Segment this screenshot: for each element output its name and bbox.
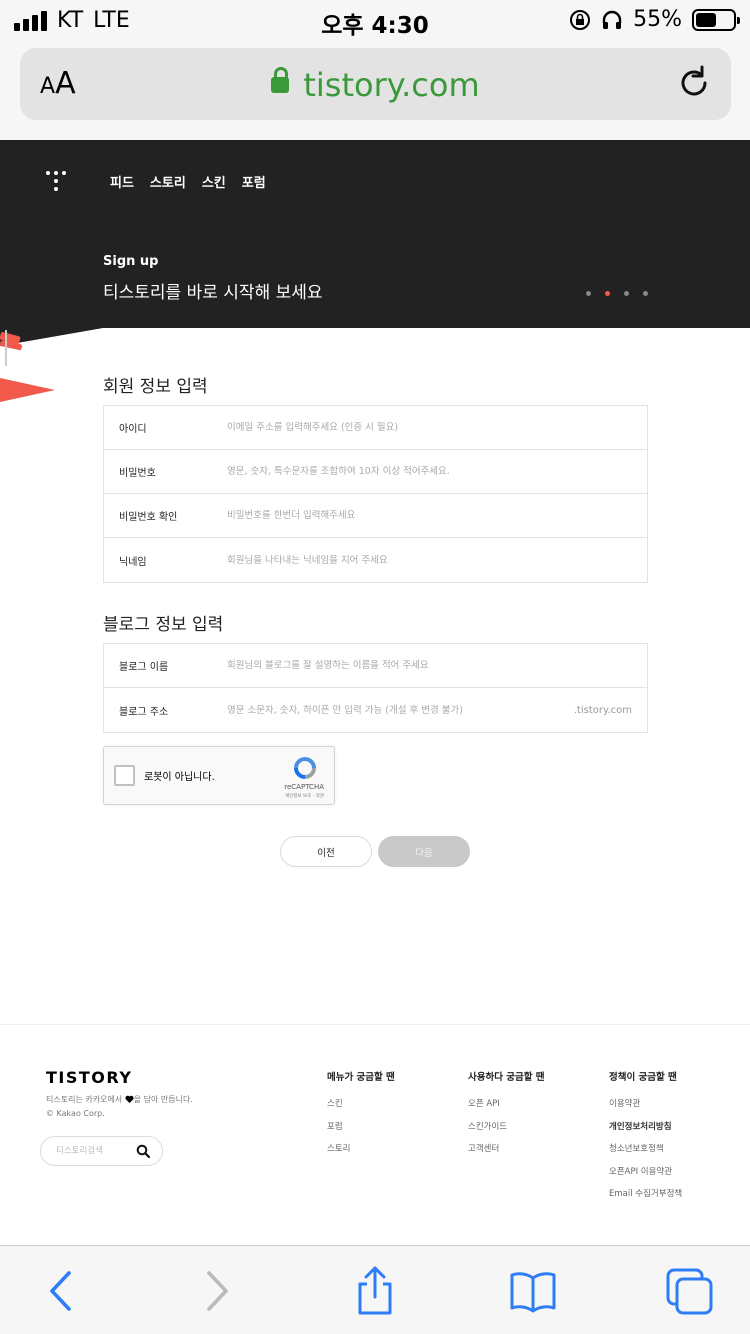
carousel-dot[interactable] bbox=[624, 291, 629, 296]
footer-copyright: © Kakao Corp. bbox=[46, 1109, 105, 1118]
footer-col-usage: 사용하다 궁금할 땐 오픈 API 스킨가이드 고객센터 bbox=[468, 1069, 545, 1166]
carousel-dot[interactable] bbox=[605, 291, 610, 296]
footer-desc-part2: 을 담아 만듭니다. bbox=[133, 1095, 193, 1104]
recaptcha-widget: 로봇이 아닙니다. reCAPTCHA 개인정보 보호 - 약관 bbox=[103, 746, 335, 805]
nav-forum[interactable]: 포럼 bbox=[242, 172, 266, 191]
recaptcha-brand: reCAPTCHA bbox=[284, 783, 324, 791]
reload-icon[interactable] bbox=[675, 64, 713, 102]
orientation-lock-icon bbox=[570, 9, 591, 30]
footer-link-email-policy[interactable]: Email 수집거부정책 bbox=[609, 1188, 682, 1201]
footer-link-forum[interactable]: 포럼 bbox=[327, 1121, 395, 1134]
footer-col-title: 정책이 궁금할 땐 bbox=[609, 1072, 677, 1083]
battery-fill bbox=[696, 12, 716, 27]
top-nav: 피드 스토리 스킨 포럼 bbox=[110, 172, 266, 191]
browser-toolbar bbox=[0, 1245, 750, 1334]
status-right: 55% bbox=[569, 7, 740, 32]
password-label: 비밀번호 bbox=[119, 468, 156, 479]
carousel-dot[interactable] bbox=[643, 291, 648, 296]
footer-link-skin-guide[interactable]: 스킨가이드 bbox=[468, 1121, 545, 1134]
recaptcha-logo-icon bbox=[294, 757, 316, 779]
heart-icon bbox=[125, 1095, 134, 1103]
footer-link-youth[interactable]: 청소년보호정책 bbox=[609, 1143, 682, 1156]
password-confirm-label: 비밀번호 확인 bbox=[119, 512, 178, 523]
footer-link-story[interactable]: 스토리 bbox=[327, 1143, 395, 1156]
carousel-dots bbox=[586, 291, 648, 296]
nav-skin[interactable]: 스킨 bbox=[202, 172, 226, 191]
nickname-row: 닉네임 bbox=[104, 538, 647, 582]
footer-divider bbox=[0, 1024, 750, 1025]
next-button[interactable]: 다음 bbox=[378, 836, 470, 867]
blog-name-row: 블로그 이름 bbox=[104, 644, 647, 688]
lock-icon bbox=[271, 67, 290, 97]
footer-col-title: 메뉴가 궁금할 땐 bbox=[327, 1072, 395, 1083]
footer-search bbox=[40, 1136, 163, 1166]
bookmarks-icon[interactable] bbox=[508, 1266, 558, 1316]
back-icon[interactable] bbox=[36, 1266, 86, 1316]
nav-feed[interactable]: 피드 bbox=[110, 172, 134, 191]
signup-header: 피드 스토리 스킨 포럼 Sign up 티스토리를 바로 시작해 보세요 bbox=[0, 140, 750, 328]
tistory-logo-icon[interactable] bbox=[46, 171, 66, 191]
url-text: tistory.com bbox=[303, 66, 480, 104]
id-input[interactable] bbox=[227, 406, 647, 449]
password-input[interactable] bbox=[227, 450, 647, 493]
address-bar[interactable]: AA tistory.com bbox=[20, 48, 731, 120]
recaptcha-privacy-link[interactable]: 개인정보 보호 - 약관 bbox=[285, 793, 324, 799]
recaptcha-label: 로봇이 아닙니다. bbox=[144, 772, 215, 783]
nav-story[interactable]: 스토리 bbox=[150, 172, 186, 191]
id-label: 아이디 bbox=[119, 424, 147, 435]
tabs-icon[interactable] bbox=[664, 1266, 714, 1316]
share-icon[interactable] bbox=[350, 1266, 400, 1316]
forward-icon[interactable] bbox=[192, 1266, 242, 1316]
footer-col-title: 사용하다 궁금할 땐 bbox=[468, 1072, 545, 1083]
signup-title: Sign up bbox=[103, 254, 159, 269]
carousel-dot[interactable] bbox=[586, 291, 591, 296]
footer-col-policy: 정책이 궁금할 땐 이용약관 개인정보처리방침 청소년보호정책 오픈API 이용… bbox=[609, 1069, 682, 1211]
blog-name-input[interactable] bbox=[227, 644, 647, 687]
footer-desc-part1: 티스토리는 카카오에서 bbox=[46, 1095, 123, 1104]
footer-link-api-terms[interactable]: 오픈API 이용약관 bbox=[609, 1166, 682, 1179]
prev-button[interactable]: 이전 bbox=[280, 836, 372, 867]
search-icon[interactable] bbox=[136, 1144, 150, 1158]
password-confirm-input[interactable] bbox=[227, 494, 647, 537]
nickname-label: 닉네임 bbox=[119, 556, 147, 568]
member-section-title: 회원 정보 입력 bbox=[103, 377, 208, 397]
footer-logo[interactable]: TISTORY bbox=[46, 1068, 132, 1087]
status-bar: KT LTE 오후 4:30 55% bbox=[0, 0, 750, 40]
member-form: 아이디 비밀번호 비밀번호 확인 닉네임 bbox=[103, 405, 648, 583]
password-confirm-row: 비밀번호 확인 bbox=[104, 494, 647, 538]
signup-subtitle: 티스토리를 바로 시작해 보세요 bbox=[103, 283, 323, 303]
footer-col-menu: 메뉴가 궁금할 땐 스킨 포럼 스토리 bbox=[327, 1069, 395, 1166]
footer-search-input[interactable] bbox=[56, 1137, 126, 1165]
blog-address-suffix: .tistory.com bbox=[573, 704, 632, 716]
decoration-illustration bbox=[0, 328, 103, 402]
footer-link-open-api[interactable]: 오픈 API bbox=[468, 1098, 545, 1111]
blog-address-row: 블로그 주소 .tistory.com bbox=[104, 688, 647, 732]
footer-link-terms[interactable]: 이용약관 bbox=[609, 1098, 682, 1111]
browser-address-area: AA tistory.com bbox=[0, 40, 750, 140]
recaptcha-checkbox[interactable] bbox=[114, 765, 135, 786]
battery-icon bbox=[692, 8, 740, 31]
blog-form: 블로그 이름 블로그 주소 .tistory.com bbox=[103, 643, 648, 733]
blog-address-label: 블로그 주소 bbox=[119, 706, 169, 718]
battery-percent: 55% bbox=[633, 7, 682, 32]
url-display[interactable]: tistory.com bbox=[20, 66, 731, 104]
password-row: 비밀번호 bbox=[104, 450, 647, 494]
blog-name-label: 블로그 이름 bbox=[119, 662, 169, 673]
footer-link-skin[interactable]: 스킨 bbox=[327, 1098, 395, 1111]
id-row: 아이디 bbox=[104, 406, 647, 450]
headphones-icon bbox=[602, 10, 622, 29]
footer-description: 티스토리는 카카오에서 을 담아 만듭니다. © Kakao Corp. bbox=[46, 1093, 193, 1121]
nickname-input[interactable] bbox=[227, 538, 647, 582]
footer-link-support[interactable]: 고객센터 bbox=[468, 1143, 545, 1156]
footer-link-privacy[interactable]: 개인정보처리방침 bbox=[609, 1121, 682, 1134]
blog-section-title: 블로그 정보 입력 bbox=[103, 615, 224, 635]
